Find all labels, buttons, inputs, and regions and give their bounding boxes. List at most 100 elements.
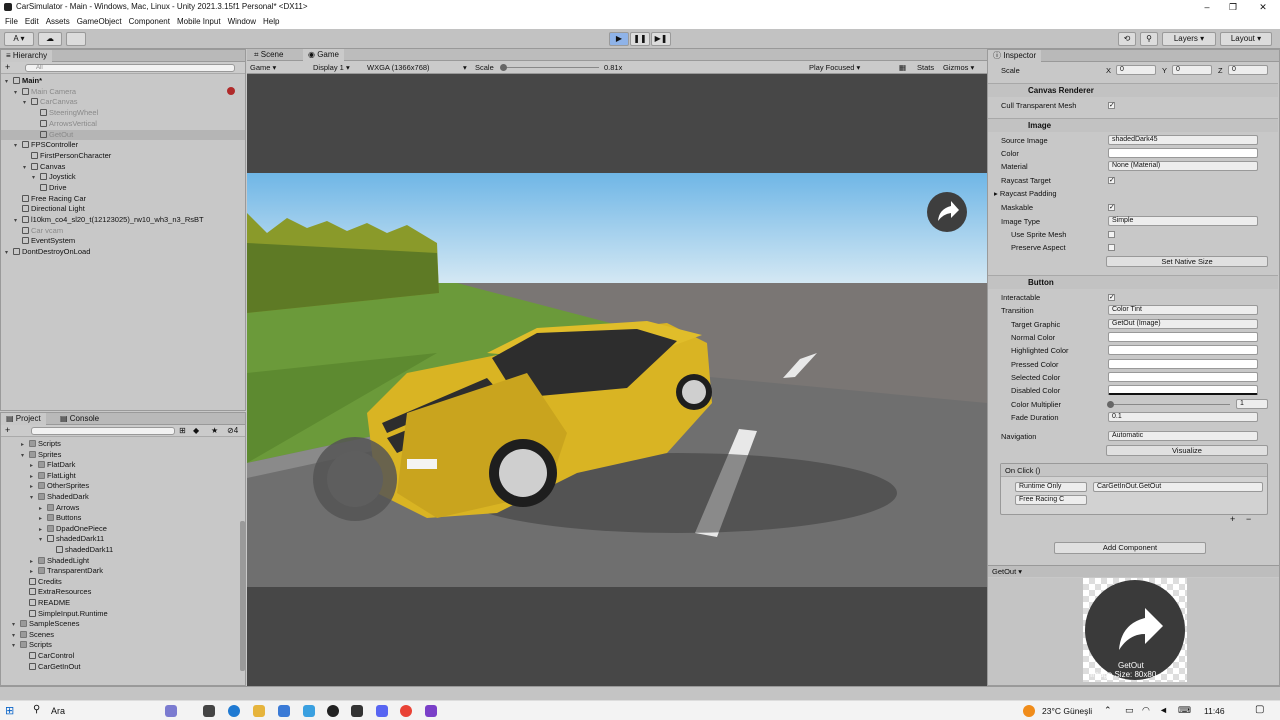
expand-arrow-icon[interactable]: ▾ [39,535,47,545]
layout-dropdown[interactable]: Layout ▾ [1220,32,1272,46]
visualize-button[interactable]: Visualize [1106,445,1268,456]
selected-color-field[interactable] [1108,372,1258,382]
mail-icon[interactable] [303,705,315,717]
raycast-padding-foldout[interactable]: ▸ Raycast Padding [994,187,1057,200]
expand-arrow-icon[interactable]: ▸ [39,514,47,524]
expand-arrow-icon[interactable]: ▾ [32,173,40,183]
expand-arrow-icon[interactable]: ▾ [5,77,13,87]
fade-duration-field[interactable]: 0.1 [1108,412,1258,422]
hierarchy-item[interactable]: ▾ Main Camera [14,87,76,97]
expand-arrow-icon[interactable]: ▾ [14,141,22,151]
pressed-color-field[interactable] [1108,359,1258,369]
project-item[interactable]: ▸ FlatDark [30,460,75,470]
target-graphic-field[interactable]: GetOut (Image) [1108,319,1258,329]
project-item[interactable]: ▾ SampleScenes [12,619,79,629]
hierarchy-item[interactable]: ▾ Main* [5,76,42,86]
image-header[interactable]: Image [988,118,1278,132]
function-dropdown[interactable]: CarGetInOut.GetOut [1093,482,1263,492]
history-icon[interactable]: ⟲ [1118,32,1136,46]
color-multiplier-handle[interactable] [1107,401,1114,408]
project-item[interactable]: ▾ shadedDark11 [39,534,104,544]
discord-icon[interactable] [376,705,388,717]
step-button[interactable]: ▶❚ [651,32,671,46]
menu-help[interactable]: Help [263,15,279,29]
resolution-dropdown[interactable]: WXGA (1366x768) ▾ [367,62,467,73]
add-event-icon[interactable]: + [1230,514,1235,524]
expand-arrow-icon[interactable]: ▸ [30,461,38,471]
tab-hierarchy[interactable]: ≡ Hierarchy [1,50,53,62]
hierarchy-item[interactable]: Car vcam [14,226,63,236]
store-icon[interactable] [278,705,290,717]
hierarchy-item[interactable]: ArrowsVertical [32,119,97,129]
project-item[interactable]: ▸ OtherSprites [30,481,89,491]
close-icon[interactable]: ✕ [1250,0,1276,15]
chrome-icon[interactable] [400,705,412,717]
expand-arrow-icon[interactable]: ▸ [30,567,38,577]
image-type-dropdown[interactable]: Simple [1108,216,1258,226]
clock[interactable]: 11:46 [1204,706,1225,716]
project-item[interactable]: ▸ ShadedLight [30,556,89,566]
scale-x-field[interactable]: 0 [1116,65,1156,75]
search-icon[interactable]: ⚲ [1140,32,1158,46]
project-item[interactable]: CarControl [21,651,74,661]
scale-z-field[interactable]: 0 [1228,65,1268,75]
expand-arrow-icon[interactable]: ▾ [12,620,20,630]
project-item[interactable]: ▸ FlatLight [30,471,76,481]
maximize-icon[interactable]: ❐ [1220,0,1246,15]
expand-arrow-icon[interactable]: ▸ [30,472,38,482]
windows-start-icon[interactable]: ⊞ [5,704,14,717]
menu-edit[interactable]: Edit [25,15,39,29]
expand-arrow-icon[interactable]: ▾ [5,248,13,258]
hierarchy-item[interactable]: EventSystem [14,236,75,246]
taskbar-search-text[interactable]: Ara [51,706,65,716]
scale-slider[interactable] [503,67,599,68]
project-item[interactable]: ExtraResources [21,587,91,597]
scale-y-field[interactable]: 0 [1172,65,1212,75]
project-item[interactable]: ▾ Sprites [21,450,61,460]
menu-window[interactable]: Window [228,15,256,29]
star-icon[interactable]: ★ [211,426,218,435]
mute-audio-icon[interactable]: ▦ [899,62,906,73]
unity-hub-icon[interactable] [327,705,339,717]
hierarchy-search-input[interactable]: All [25,64,235,72]
stats-button[interactable]: Stats [917,62,934,73]
runtime-dropdown[interactable]: Runtime Only [1015,482,1087,492]
hierarchy-item[interactable]: ▾ CarCanvas [23,97,78,107]
project-item[interactable]: ▸ Buttons [39,513,81,523]
gizmos-dropdown[interactable]: Gizmos ▾ [943,62,974,73]
project-item[interactable]: ▸ TransparentDark [30,566,103,576]
hierarchy-item[interactable]: Directional Light [14,204,85,214]
minimize-icon[interactable]: – [1194,0,1220,15]
project-item[interactable]: SimpleInput.Runtime [21,609,108,619]
tab-inspector[interactable]: ⓘ Inspector [988,50,1042,62]
navigation-dropdown[interactable]: Automatic [1108,431,1258,441]
volume-icon[interactable]: ◄ [1159,705,1168,715]
menu-file[interactable]: File [5,15,18,29]
raycast-target-checkbox[interactable]: ✓ [1108,177,1115,184]
expand-arrow-icon[interactable]: ▾ [12,631,20,641]
collab-button[interactable] [66,32,86,46]
transition-dropdown[interactable]: Color Tint [1108,305,1258,315]
pause-button[interactable]: ❚❚ [630,32,650,46]
menu-gameobject[interactable]: GameObject [77,15,122,29]
play-focused-dropdown[interactable]: Play Focused ▾ [809,62,860,73]
button-header[interactable]: Button [988,275,1278,289]
edge-icon[interactable] [228,705,240,717]
remove-event-icon[interactable]: − [1246,514,1251,524]
project-item[interactable]: ▾ Scenes [12,630,54,640]
source-image-field[interactable]: shadedDark45 [1108,135,1258,145]
tab-console[interactable]: ▤ Console [55,413,104,425]
expand-arrow-icon[interactable]: ▸ [39,525,47,535]
unity-icon[interactable] [351,705,363,717]
notifications-icon[interactable]: ▢ [1255,704,1264,715]
object-field[interactable]: Free Racing C [1015,495,1087,505]
preserve-aspect-checkbox[interactable] [1108,244,1115,251]
menu-assets[interactable]: Assets [46,15,70,29]
hierarchy-item[interactable]: GetOut [1,130,245,140]
expand-arrow-icon[interactable]: ▸ [39,504,47,514]
project-item[interactable]: ▸ Arrows [39,503,79,513]
project-item[interactable]: CarGetInOut [21,662,81,672]
account-button[interactable]: A ▾ [4,32,34,46]
app-icon[interactable] [165,705,177,717]
expand-arrow-icon[interactable]: ▾ [30,493,38,503]
